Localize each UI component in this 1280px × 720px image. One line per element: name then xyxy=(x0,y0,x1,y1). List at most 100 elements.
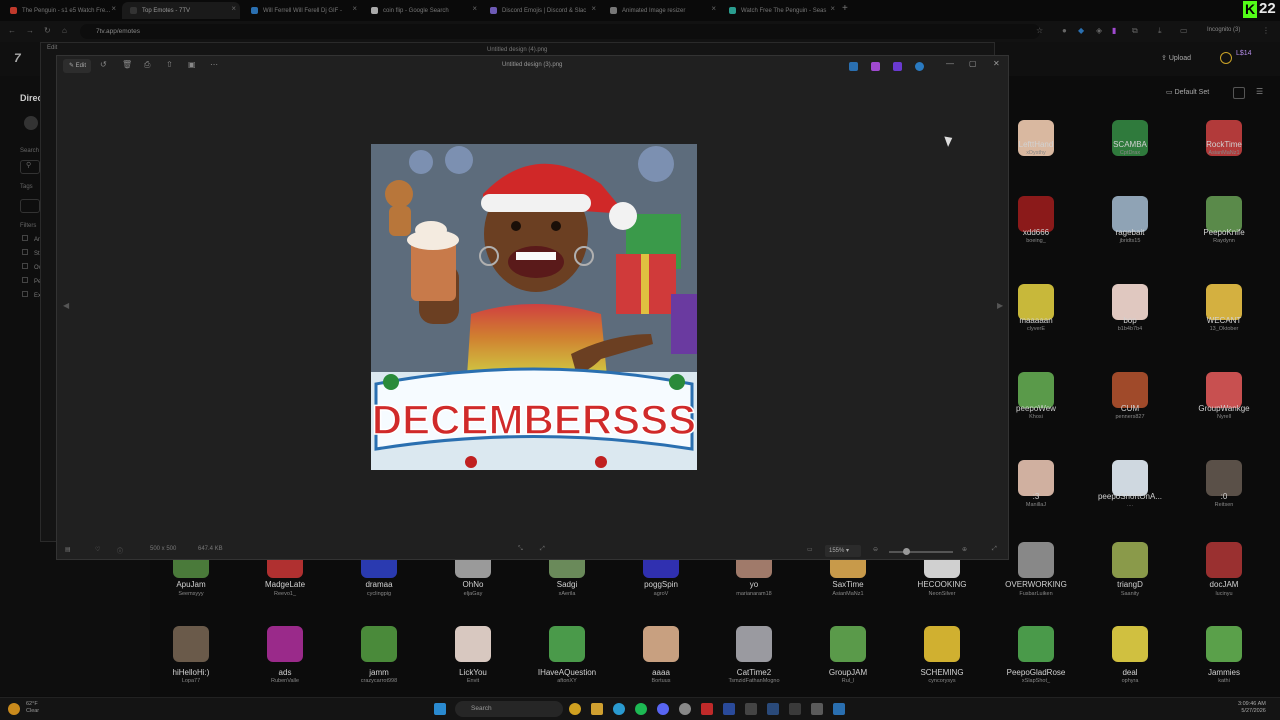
close-icon[interactable]: ✕ xyxy=(993,59,1000,68)
reload-icon[interactable]: ↻ xyxy=(44,26,51,35)
tab-search-icon[interactable]: ▭ xyxy=(1180,26,1188,35)
checkbox[interactable] xyxy=(22,277,28,283)
extension-icon[interactable]: ▮ xyxy=(1112,26,1116,35)
avatar[interactable] xyxy=(1220,52,1232,64)
emote-card[interactable]: :0 Reitsen xyxy=(1184,452,1264,532)
app-icon[interactable] xyxy=(871,62,880,71)
rotate-icon[interactable]: ↺ xyxy=(100,60,107,69)
close-tab-icon[interactable]: × xyxy=(591,4,596,13)
emote-card[interactable]: ads RubenValle xyxy=(245,626,325,706)
checkbox[interactable] xyxy=(22,235,28,241)
minimize-icon[interactable]: — xyxy=(946,59,954,68)
weather-icon[interactable] xyxy=(8,703,20,715)
emote-card[interactable]: Jammies kathi xyxy=(1184,626,1264,706)
emote-card[interactable]: RockTime AsianMaNz1 xyxy=(1184,100,1264,180)
menu-icon[interactable]: ⋮ xyxy=(1262,26,1270,35)
browser-tab[interactable]: coin flip - Google Search × xyxy=(363,2,481,19)
settings-icon[interactable] xyxy=(679,703,691,715)
zoom-select[interactable]: 155% ▾ xyxy=(825,545,861,557)
fit-window-icon[interactable]: ▭ xyxy=(807,546,813,553)
extension-icon[interactable]: ● xyxy=(1062,26,1067,35)
close-tab-icon[interactable]: × xyxy=(830,4,835,13)
delete-icon[interactable]: 🗑 xyxy=(122,60,132,69)
emote-card[interactable]: ragebait jbridts15 xyxy=(1090,188,1170,268)
filter-option[interactable]: An xyxy=(22,235,41,243)
filter-option[interactable]: Ov xyxy=(22,263,42,271)
close-tab-icon[interactable]: × xyxy=(711,4,716,13)
emote-card[interactable]: LickYou Envit xyxy=(433,626,513,706)
7tv-logo[interactable]: 7 xyxy=(14,51,21,65)
previous-image-icon[interactable]: ◀ xyxy=(63,301,69,310)
download-icon[interactable]: ⤓ xyxy=(1158,26,1162,36)
next-image-icon[interactable]: ▶ xyxy=(997,301,1003,310)
terminal-icon[interactable] xyxy=(745,703,757,715)
browser-tab[interactable]: Will Ferrell Will Ferell Dj GIF - × xyxy=(243,2,361,19)
acrobat-icon[interactable] xyxy=(701,703,713,715)
url-field[interactable]: 7tv.app/emotes xyxy=(80,24,1040,39)
emote-card[interactable]: SCAMBA CptDrax xyxy=(1090,100,1170,180)
forward-icon[interactable]: → xyxy=(26,26,34,35)
fullscreen-icon[interactable]: ⤢ xyxy=(992,546,997,553)
more-icon[interactable]: ⋯ xyxy=(210,60,218,69)
photoshop-icon[interactable] xyxy=(723,703,735,715)
emote-card[interactable]: deal ophyra xyxy=(1090,626,1170,706)
new-tab-button[interactable]: + xyxy=(842,3,848,14)
emote-card[interactable]: triangD Saanity xyxy=(1090,540,1170,620)
slideshow-icon[interactable]: ▣ xyxy=(188,60,196,69)
file-explorer-icon[interactable] xyxy=(591,703,603,715)
info-icon[interactable]: ⓘ xyxy=(117,546,123,555)
upload-button[interactable]: ⇪ Upload xyxy=(1155,50,1197,66)
bookmark-star-icon[interactable]: ☆ xyxy=(1036,26,1043,35)
zoom-slider-handle[interactable] xyxy=(903,548,910,555)
share-icon[interactable]: ⇧ xyxy=(166,60,173,69)
browser-tab[interactable]: Top Emotes - 7TV × xyxy=(122,2,240,19)
maximize-icon[interactable]: ▢ xyxy=(969,59,977,68)
filter-option[interactable]: Pe xyxy=(22,277,41,285)
emote-card[interactable]: SCHEMING cyncorysys xyxy=(902,626,982,706)
toggle-icon[interactable] xyxy=(24,116,38,130)
emote-card[interactable]: aaaa Bortuus xyxy=(621,626,701,706)
close-tab-icon[interactable]: × xyxy=(231,4,236,13)
app-icon[interactable] xyxy=(893,62,902,71)
default-set-button[interactable]: ▭ Default Set xyxy=(1166,88,1209,96)
taskbar-search[interactable]: Search xyxy=(455,701,563,717)
close-tab-icon[interactable]: × xyxy=(111,4,116,13)
zoom-slider[interactable] xyxy=(889,551,953,553)
emote-card[interactable]: PeepoGladRose xSlapShot_ xyxy=(996,626,1076,706)
search-input[interactable]: ⚲ xyxy=(20,160,40,174)
windows-start-icon[interactable] xyxy=(434,703,446,715)
browser-tab[interactable]: Animated Image resizer × xyxy=(602,2,720,19)
emote-card[interactable]: jamm crazycarrot998 xyxy=(339,626,419,706)
emote-card[interactable]: CUM penners827 xyxy=(1090,364,1170,444)
emote-card[interactable]: CatTime2 TsmzidFathanMogno xyxy=(714,626,794,706)
app-icon[interactable] xyxy=(811,703,823,715)
emote-card[interactable]: docJAM lucinyu xyxy=(1184,540,1264,620)
browser-tab[interactable]: Discord Emojis | Discord & Slac × xyxy=(482,2,600,19)
extensions-puzzle-icon[interactable]: ⧉ xyxy=(1132,26,1138,36)
filter-option[interactable]: St xyxy=(22,249,40,257)
list-view-icon[interactable]: ☰ xyxy=(1256,87,1268,99)
emote-card[interactable]: peepoShortOnA....... xyxy=(1090,452,1170,532)
incognito-label[interactable]: Incognito (3) xyxy=(1207,27,1240,33)
system-clock[interactable]: 3:09:46 AM 5/27/2026 xyxy=(1238,701,1266,715)
filter-option[interactable]: Ex xyxy=(22,291,41,299)
checkbox[interactable] xyxy=(22,263,28,269)
spotify-icon[interactable] xyxy=(635,703,647,715)
extension-icon[interactable]: ◈ xyxy=(1096,26,1102,35)
zoom-in-icon[interactable]: ⊕ xyxy=(962,546,967,553)
zoom-out-icon[interactable]: ⊖ xyxy=(873,546,878,553)
browser-tab[interactable]: Watch Free The Penguin - Seas × xyxy=(721,2,839,19)
filmstrip-icon[interactable]: ▤ xyxy=(65,546,71,553)
onedrive-icon[interactable] xyxy=(915,62,924,71)
tags-input[interactable] xyxy=(20,199,40,213)
browser-tab[interactable]: The Penguin - s1 e5 Watch Fre... × xyxy=(2,2,120,19)
app-icon[interactable] xyxy=(789,703,801,715)
favorite-icon[interactable]: ♡ xyxy=(95,546,100,553)
discord-icon[interactable] xyxy=(657,703,669,715)
weather-widget[interactable]: 62°F Clear xyxy=(26,701,39,715)
checkbox[interactable] xyxy=(22,291,28,297)
app-icon[interactable] xyxy=(849,62,858,71)
actual-size-icon[interactable]: ⤢ xyxy=(540,546,545,553)
close-tab-icon[interactable]: × xyxy=(352,4,357,13)
photos-icon[interactable] xyxy=(833,703,845,715)
